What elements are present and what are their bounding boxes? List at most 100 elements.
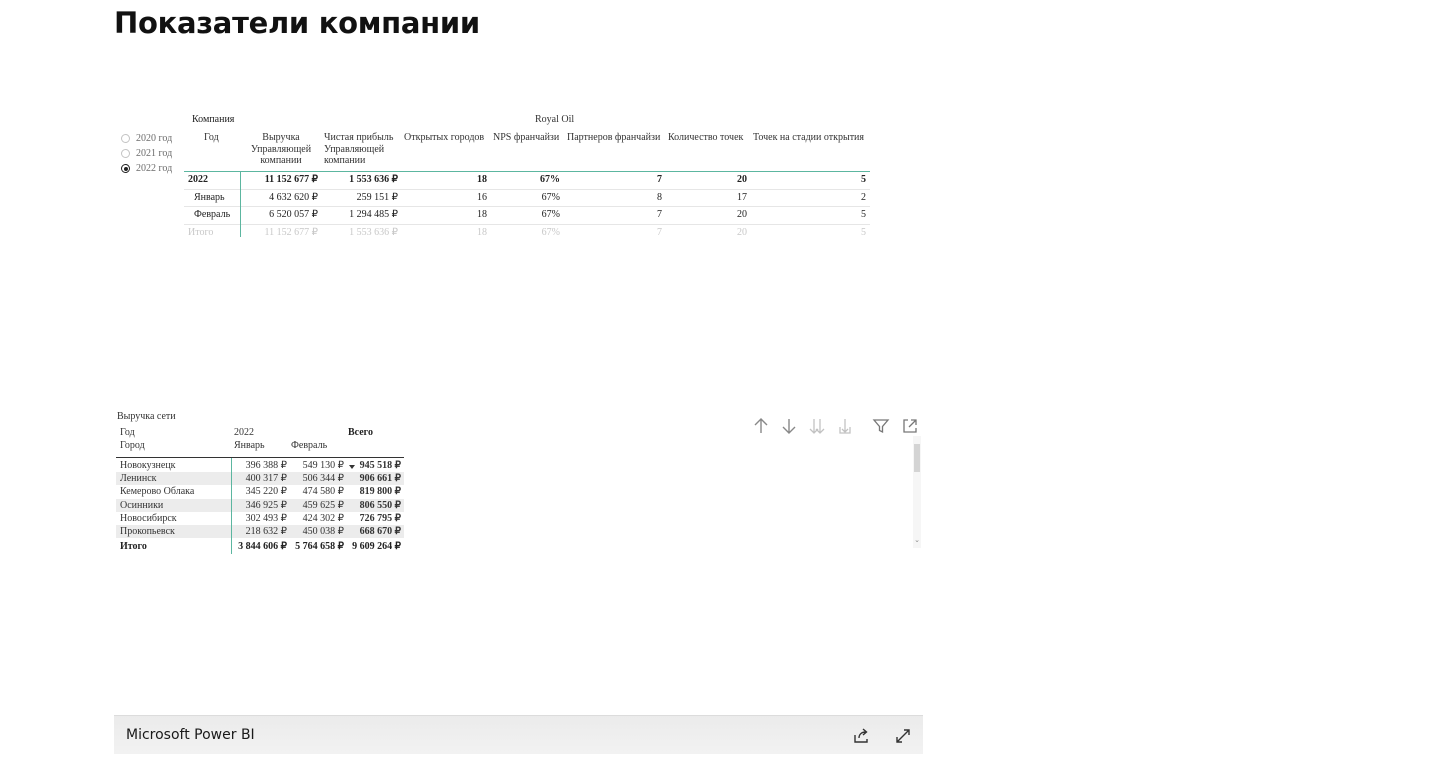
- cell-profit: 1 553 636 ₽: [349, 226, 398, 238]
- row-header-divider: [231, 458, 232, 554]
- cell-points: 20: [737, 226, 747, 238]
- header-year-value[interactable]: 2022: [234, 427, 254, 438]
- cell-partners: 7: [657, 174, 662, 185]
- cell-feb: 549 130 ₽: [302, 460, 344, 471]
- cell-opening: 2: [861, 191, 866, 203]
- cell-feb: 459 625 ₽: [302, 499, 344, 511]
- cell-city[interactable]: Ленинск: [120, 473, 157, 484]
- header-month-jan[interactable]: Январь: [234, 440, 265, 451]
- header-opening[interactable]: Точек на стадии открытия: [753, 132, 864, 144]
- header-total[interactable]: Всего: [348, 427, 373, 438]
- slicer-label-2022: 2022 год: [136, 163, 173, 174]
- table-row: 2022 11 152 677 ₽ 1 553 636 ₽ 18 67% 7 2…: [184, 172, 870, 190]
- header-nps[interactable]: NPS франчайзи: [493, 132, 559, 144]
- cell-total: 819 800 ₽: [359, 486, 401, 498]
- row-label: Январь: [194, 191, 225, 203]
- cell-nps: 67%: [541, 226, 560, 238]
- table-row: Прокопьевск 218 632 ₽ 450 038 ₽ 668 670 …: [116, 524, 404, 539]
- row-label: Итого: [188, 226, 214, 238]
- cell-feb: 506 344 ₽: [302, 473, 344, 485]
- slicer-label-2021: 2021 год: [136, 148, 173, 159]
- cell-jan: 302 493 ₽: [245, 512, 287, 524]
- cell-city[interactable]: Новосибирск: [120, 513, 177, 524]
- cell-total: 668 670 ₽: [359, 525, 401, 537]
- table-row: Осинники 346 925 ₽ 459 625 ₽ 806 550 ₽: [116, 498, 404, 512]
- expand-hierarchy-icon[interactable]: [834, 415, 856, 437]
- radio-2020[interactable]: [121, 134, 130, 143]
- cell-city[interactable]: Осинники: [120, 500, 163, 511]
- cell-feb: 474 580 ₽: [302, 486, 344, 498]
- header-partners[interactable]: Партнеров франчайзи: [567, 132, 660, 144]
- cell-city[interactable]: Прокопьевск: [120, 526, 175, 537]
- total-all: 9 609 264 ₽: [352, 541, 401, 552]
- row-label: Февраль: [194, 209, 231, 220]
- cell-total: 726 795 ₽: [359, 512, 401, 524]
- table-row: Новосибирск 302 493 ₽ 424 302 ₽ 726 795 …: [116, 512, 404, 525]
- total-feb: 5 764 658 ₽: [295, 541, 344, 552]
- slicer-option-2020[interactable]: 2020 год: [121, 131, 172, 146]
- cell-opening: 5: [861, 226, 866, 238]
- filter-icon[interactable]: [870, 415, 892, 437]
- fullscreen-icon[interactable]: [893, 726, 913, 746]
- cell-city[interactable]: Кемерово Облака: [120, 486, 194, 497]
- year-slicer: 2020 год 2021 год 2022 год: [121, 131, 172, 176]
- header-revenue[interactable]: Выручка Управляющей компании: [250, 132, 312, 167]
- cell-feb: 424 302 ₽: [302, 512, 344, 524]
- cell-profit: 1 294 485 ₽: [349, 209, 398, 220]
- header-points[interactable]: Количество точек: [668, 132, 743, 144]
- row-label[interactable]: 2022: [188, 174, 208, 185]
- focus-mode-icon[interactable]: [899, 415, 921, 437]
- cell-partners: 7: [657, 226, 662, 238]
- total-jan: 3 844 606 ₽: [238, 541, 287, 552]
- cell-city[interactable]: Новокузнецк: [120, 460, 176, 471]
- cell-partners: 8: [657, 191, 662, 203]
- radio-2021[interactable]: [121, 149, 130, 158]
- slicer-option-2022[interactable]: 2022 год: [121, 161, 172, 176]
- cell-jan: 396 388 ₽: [245, 460, 287, 471]
- cell-points: 20: [737, 209, 747, 220]
- radio-2022[interactable]: [121, 164, 130, 173]
- visual-title: Выручка сети: [117, 411, 176, 422]
- brand-label: Microsoft Power BI: [126, 727, 255, 743]
- cell-jan: 346 925 ₽: [245, 499, 287, 511]
- cell-points: 20: [737, 174, 747, 185]
- power-bi-footer: Microsoft Power BI: [114, 715, 923, 754]
- share-icon[interactable]: [851, 726, 871, 746]
- cell-opening: 5: [861, 174, 866, 185]
- table-row: Новокузнецк 396 388 ₽ 549 130 ₽ 945 518 …: [116, 459, 404, 472]
- scrollbar-thumb[interactable]: [914, 444, 920, 472]
- cell-total: 945 518 ₽: [359, 460, 401, 471]
- cell-profit: 1 553 636 ₽: [349, 174, 398, 185]
- header-cities[interactable]: Открытых городов: [404, 132, 484, 144]
- vertical-scrollbar[interactable]: ⌄: [913, 436, 921, 548]
- cell-cities: 18: [477, 226, 487, 238]
- cell-nps: 67%: [541, 209, 560, 220]
- cell-opening: 5: [861, 209, 866, 220]
- total-row: Итого 11 152 677 ₽ 1 553 636 ₽ 18 67% 7 …: [184, 225, 870, 242]
- header-city[interactable]: Город: [120, 440, 145, 451]
- cell-revenue: 6 520 057 ₽: [269, 209, 318, 220]
- cell-points: 17: [737, 191, 747, 203]
- header-profit[interactable]: Чистая прибыль Управляющей компании: [324, 132, 393, 167]
- company-matrix: Компания Royal Oil Год Выручка Управляющ…: [184, 113, 870, 241]
- cell-jan: 400 317 ₽: [245, 473, 287, 485]
- company-matrix-header: Год Выручка Управляющей компании Чистая …: [184, 127, 870, 172]
- slicer-option-2021[interactable]: 2021 год: [121, 146, 172, 161]
- drill-down-icon[interactable]: [778, 415, 800, 437]
- cell-cities: 18: [477, 174, 487, 185]
- header-year[interactable]: Год: [120, 427, 135, 438]
- slicer-label-2020: 2020 год: [136, 133, 173, 144]
- header-month-feb[interactable]: Февраль: [291, 440, 327, 451]
- cell-revenue: 4 632 620 ₽: [269, 191, 318, 203]
- header-year[interactable]: Год: [204, 132, 219, 144]
- cell-profit: 259 151 ₽: [356, 191, 398, 203]
- row-header-divider: [240, 171, 241, 237]
- cell-revenue: 11 152 677 ₽: [264, 226, 319, 238]
- header-divider: [116, 457, 404, 458]
- expand-next-level-icon[interactable]: [806, 415, 828, 437]
- chevron-down-icon[interactable]: ⌄: [914, 537, 920, 544]
- cell-total: 906 661 ₽: [359, 473, 401, 485]
- drill-up-icon[interactable]: [750, 415, 772, 437]
- cell-nps: 67%: [540, 174, 560, 185]
- total-row: Итого 3 844 606 ₽ 5 764 658 ₽ 9 609 264 …: [116, 541, 404, 555]
